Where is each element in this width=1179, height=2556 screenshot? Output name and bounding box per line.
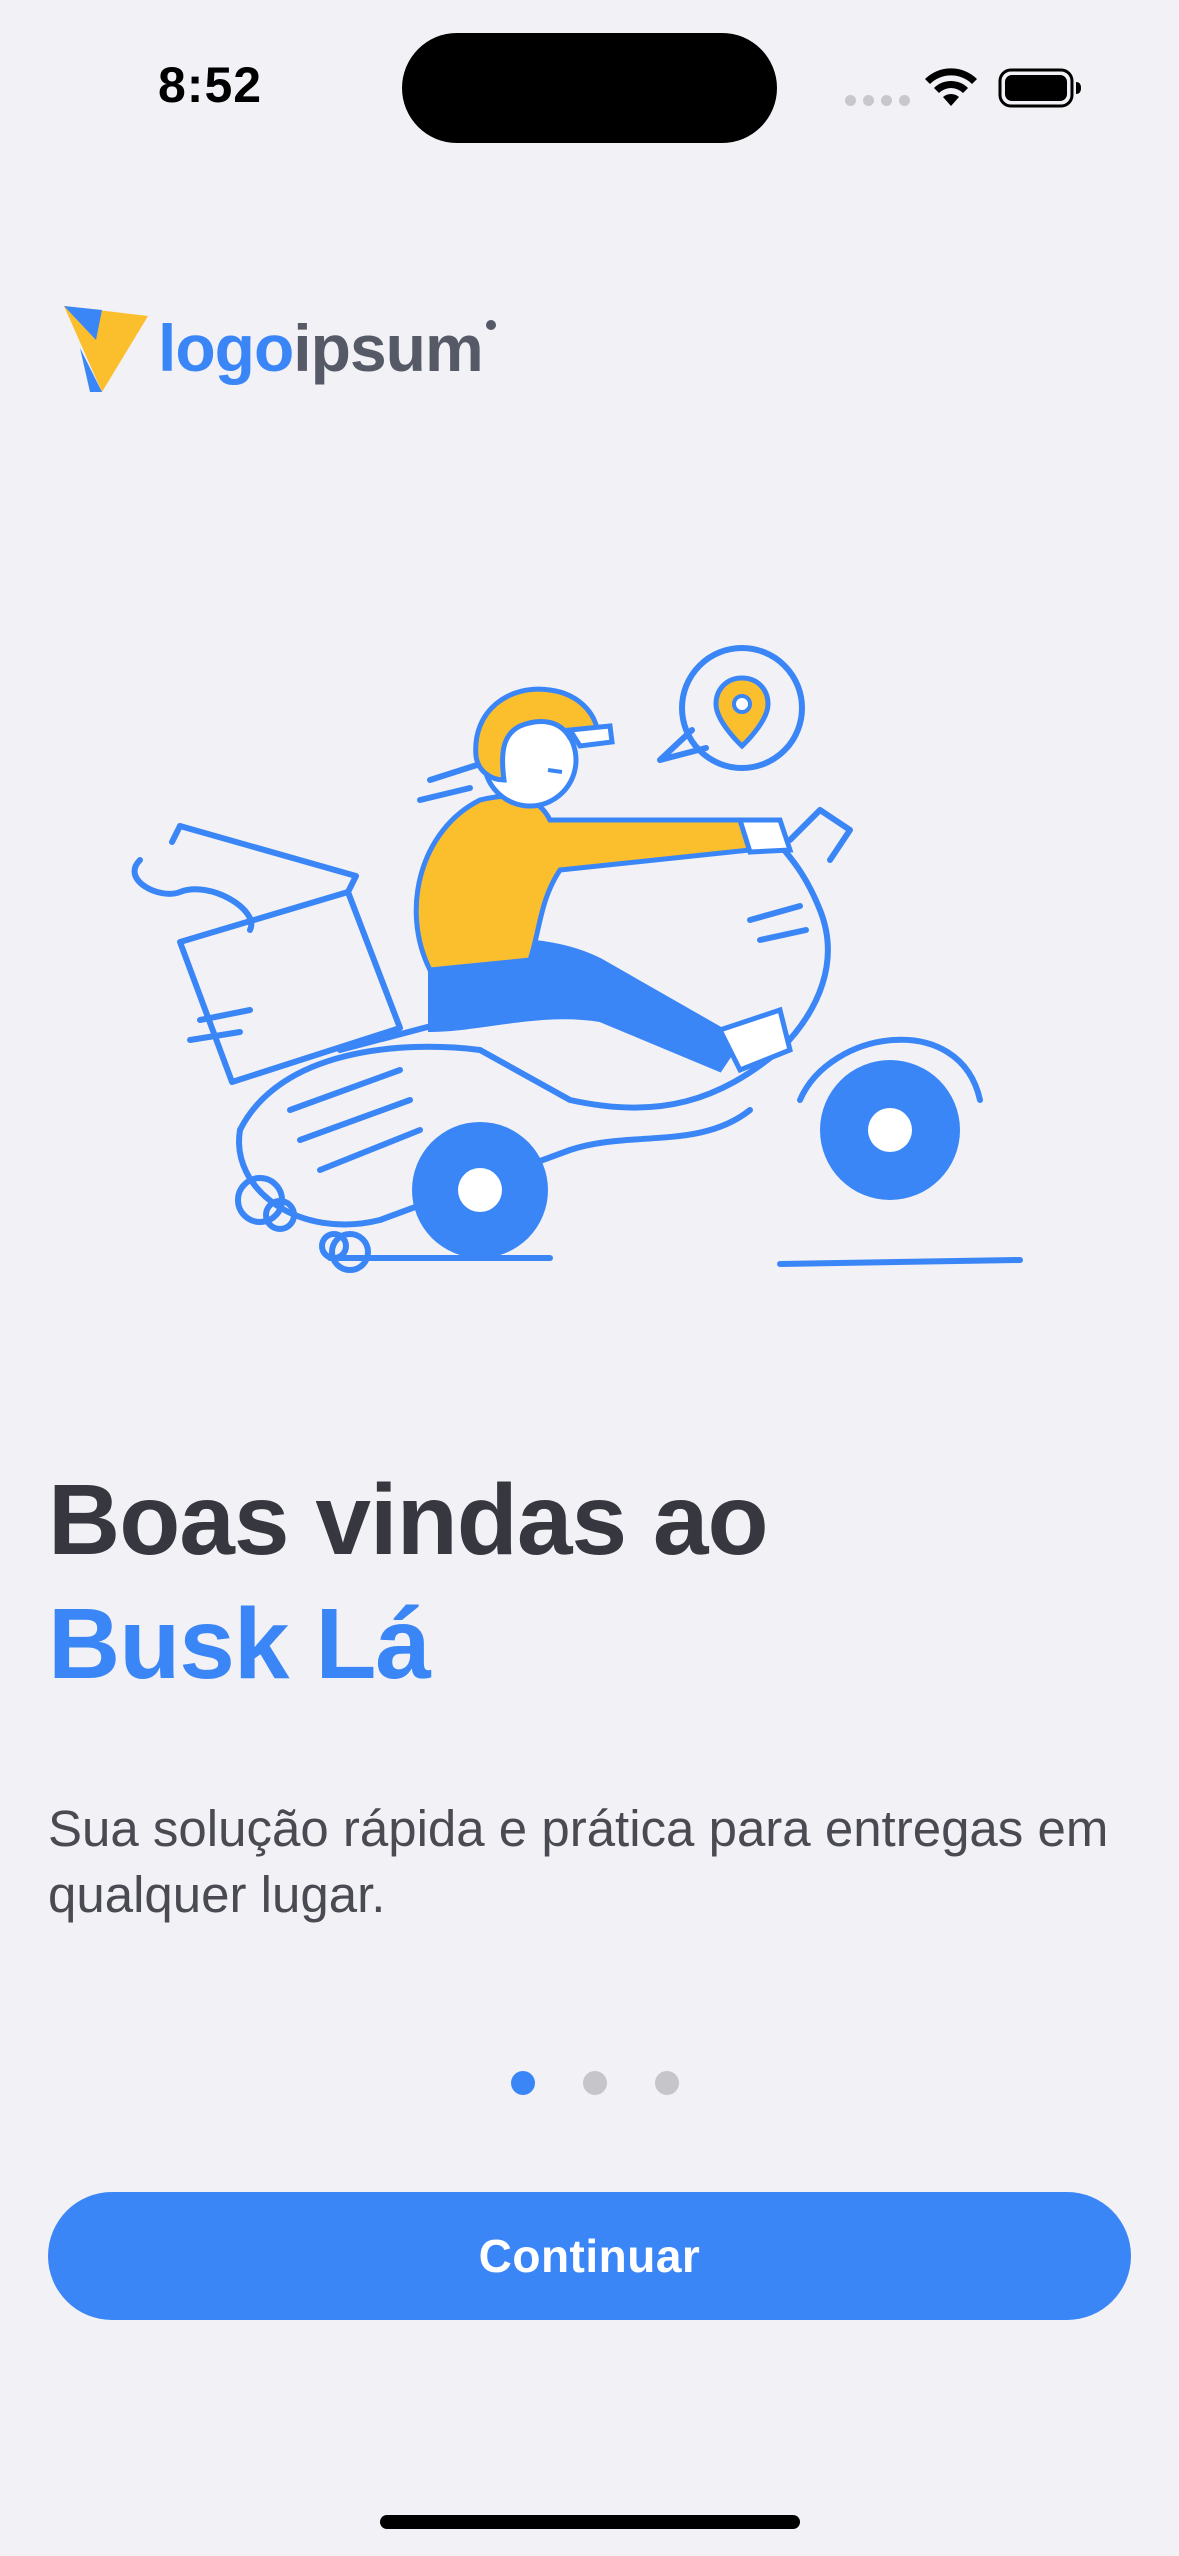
welcome-title-line: Boas vindas ao bbox=[48, 1464, 769, 1576]
welcome-heading: Boas vindas ao Busk Lá bbox=[48, 1458, 769, 1706]
logo-wordmark: logoipsum bbox=[158, 310, 496, 386]
dynamic-island bbox=[402, 33, 777, 143]
battery-icon bbox=[998, 68, 1081, 108]
cellular-signal-icon bbox=[845, 95, 910, 106]
pager-dot-2[interactable] bbox=[582, 2071, 607, 2095]
continue-button[interactable]: Continuar bbox=[48, 2192, 1131, 2320]
home-indicator[interactable] bbox=[380, 2515, 800, 2529]
logo-mark-icon bbox=[64, 306, 148, 392]
app-logo: logoipsum bbox=[60, 300, 496, 396]
delivery-scooter-illustration bbox=[131, 645, 1023, 1273]
pager-dot-3[interactable] bbox=[654, 2071, 679, 2095]
pager-dot-1[interactable] bbox=[510, 2071, 535, 2095]
status-bar: 8:52 bbox=[0, 0, 1179, 160]
welcome-subtitle: Sua solução rápida e prática para entreg… bbox=[48, 1800, 1109, 1923]
status-time: 8:52 bbox=[158, 57, 263, 113]
onboarding-pager bbox=[0, 2071, 1179, 2095]
brand-name: Busk Lá bbox=[48, 1588, 431, 1700]
wifi-icon bbox=[925, 68, 977, 106]
